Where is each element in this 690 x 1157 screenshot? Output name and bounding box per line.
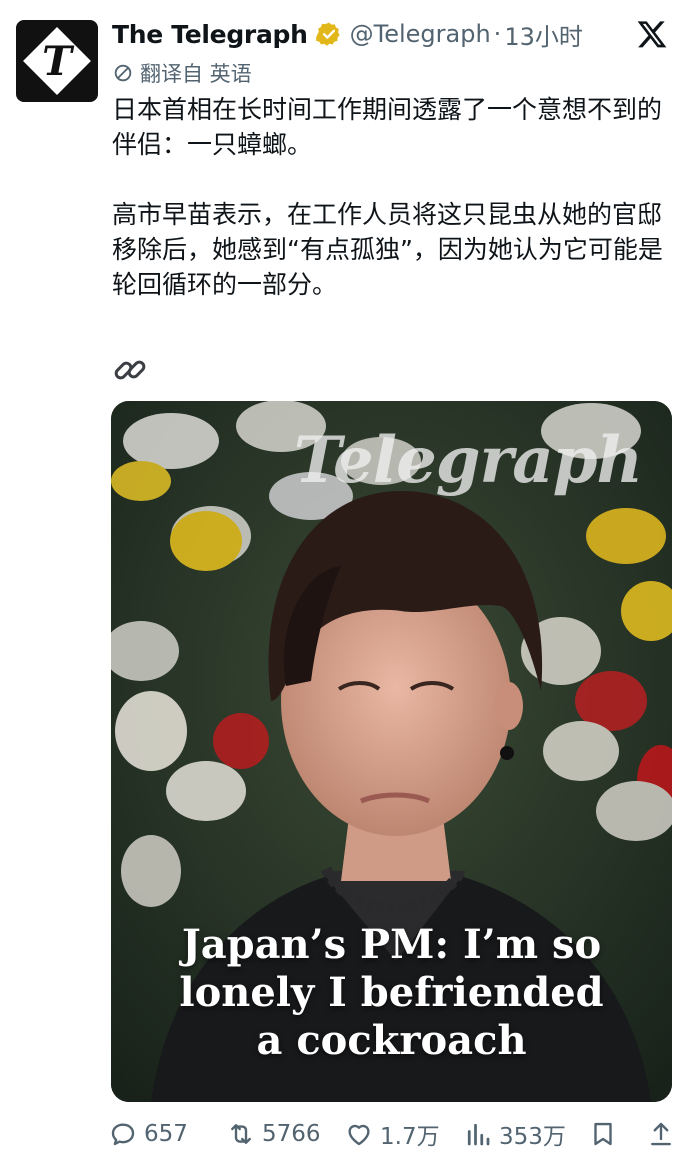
retweet-button[interactable]: 5766 [226, 1119, 321, 1149]
tweet-actions: 657 5766 1.7万 353万 [108, 1114, 678, 1154]
translate-icon [114, 64, 132, 82]
author-avatar[interactable]: T [16, 20, 98, 102]
tweet-body: 日本首相在长时间工作期间透露了一个意想不到的伴侣：一只蟑螂。 高市早苗表示，在工… [112, 92, 672, 302]
heart-icon [348, 1124, 370, 1146]
retweet-count: 5766 [262, 1121, 321, 1147]
like-button[interactable]: 1.7万 [344, 1117, 440, 1151]
tweet-media-image[interactable]: Telegraph Japan’s PM: I’m so lonely I be… [111, 401, 672, 1102]
translation-label: 翻译自 英语 [140, 62, 252, 86]
headline-line-2: lonely I befriended [179, 969, 604, 1016]
like-count: 1.7万 [380, 1124, 440, 1150]
share-icon [651, 1122, 671, 1146]
views-icon [467, 1123, 490, 1146]
separator-dot: · [493, 20, 502, 48]
image-headline: Japan’s PM: I’m so lonely I befriended a… [111, 921, 672, 1065]
avatar-letter: T [42, 37, 72, 85]
share-button[interactable] [646, 1119, 682, 1149]
verified-badge-icon [315, 22, 340, 46]
bookmark-button[interactable] [588, 1119, 624, 1149]
telegraph-watermark: Telegraph [293, 423, 643, 498]
tweet-paragraph-1: 日本首相在长时间工作期间透露了一个意想不到的伴侣：一只蟑螂。 [112, 95, 663, 159]
reply-icon [111, 1123, 135, 1146]
reply-count: 657 [144, 1121, 188, 1147]
tweet-time[interactable]: 13小时 [504, 17, 583, 52]
author-handle[interactable]: @Telegraph [350, 20, 491, 48]
reply-button[interactable]: 657 [108, 1119, 188, 1149]
headline-line-1: Japan’s PM: I’m so [181, 921, 602, 968]
bookmark-icon [594, 1122, 612, 1146]
x-logo-icon[interactable] [636, 18, 668, 50]
views-button[interactable]: 353万 [463, 1117, 566, 1151]
link-icon[interactable] [112, 352, 148, 388]
translation-note[interactable]: 翻译自 英语 [112, 58, 252, 88]
headline-line-3: a cockroach [256, 1017, 527, 1064]
tweet-header: The Telegraph @Telegraph · 13小时 [112, 14, 674, 54]
retweet-icon [231, 1124, 251, 1144]
tweet-paragraph-2: 高市早苗表示，在工作人员将这只昆虫从她的官邸移除后，她感到“有点孤独”，因为她认… [112, 200, 663, 299]
views-count: 353万 [499, 1124, 566, 1150]
author-name[interactable]: The Telegraph [112, 20, 308, 49]
